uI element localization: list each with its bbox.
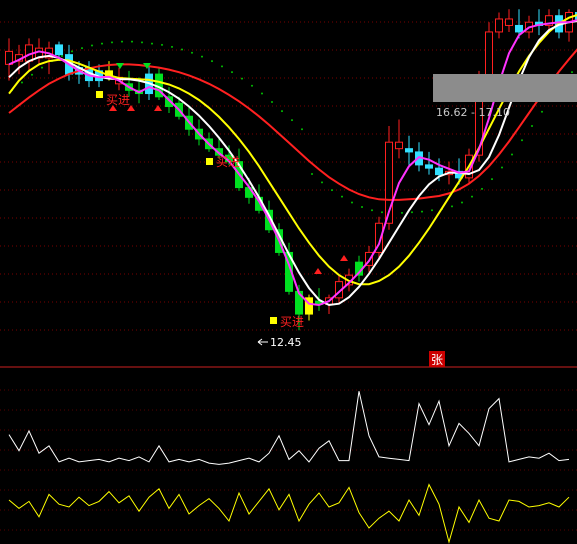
sar-dot [451, 205, 453, 208]
sar-dot [321, 181, 323, 184]
volume-line [8, 391, 570, 465]
price-range-label: 16.62 - 17.10 [436, 106, 510, 119]
sar-dot [111, 41, 113, 44]
sar-dot [471, 195, 473, 198]
sar-dot [521, 139, 523, 142]
candle-body [485, 31, 493, 82]
sar-dot [171, 45, 173, 48]
sar-dot [251, 84, 253, 87]
signal-triangle-6 [314, 268, 322, 274]
sar-dot [401, 211, 403, 214]
candle [505, 9, 513, 32]
candle [155, 67, 163, 101]
sar-dot [201, 55, 203, 58]
sar-dot [431, 209, 433, 212]
candle [305, 294, 313, 321]
stock-chart: 16.62 - 17.10 买进 买进 买进 12.45 张 [0, 9, 577, 544]
sar-dot [571, 71, 573, 74]
candle-body [515, 24, 523, 33]
sar-dot [261, 92, 263, 95]
sar-dot [21, 81, 23, 84]
candle [425, 151, 433, 175]
sar-dot [31, 73, 33, 76]
candle [365, 245, 373, 272]
sar-dot [71, 50, 73, 53]
sar-dot [511, 153, 513, 156]
sar-dot [211, 60, 213, 63]
sar-dot [461, 201, 463, 204]
candle [395, 119, 403, 159]
sar-dot [301, 128, 303, 131]
candle-body [505, 18, 513, 26]
candle [45, 41, 53, 75]
sar-dot [291, 119, 293, 122]
sar-dot [151, 42, 153, 45]
candle [535, 9, 543, 36]
buy-label-2-text: 买进 [216, 155, 240, 169]
sar-dot [361, 206, 363, 209]
sar-dot [221, 65, 223, 68]
sar-dot [381, 211, 383, 214]
sar-dot [141, 41, 143, 44]
sar-dot [541, 110, 543, 113]
oscillator-line [8, 483, 570, 544]
buy-label-3: 买进 [270, 315, 304, 329]
sar-dot [371, 209, 373, 212]
candle-body [495, 18, 503, 33]
sar-dot [41, 66, 43, 69]
sar-dot [411, 211, 413, 214]
candle-body [405, 148, 413, 153]
candle-body [425, 164, 433, 169]
sar-dot [231, 71, 233, 74]
sar-dot [101, 42, 103, 45]
sar-dot [531, 124, 533, 127]
sar-dot [81, 47, 83, 50]
zhang-label: 张 [431, 353, 443, 367]
sar-dot [281, 110, 283, 113]
sar-dot [501, 166, 503, 169]
signal-triangle-5 [340, 255, 348, 261]
sar-dot [341, 195, 343, 198]
sar-dot [131, 40, 133, 43]
candle [495, 12, 503, 39]
buy-label-2: 买进 [206, 155, 240, 169]
buy-label-1: 买进 [96, 91, 130, 107]
sar-dot [421, 210, 423, 213]
price-range-box [433, 74, 577, 102]
buy-label-3-text: 买进 [280, 315, 304, 329]
candle-body [55, 44, 63, 56]
buy-label-1-text: 买进 [106, 93, 130, 107]
sar-dot [271, 100, 273, 103]
sar-dot [191, 51, 193, 54]
sar-dot [241, 77, 243, 80]
sar-dot [91, 44, 93, 47]
candles [5, 9, 577, 331]
candle [405, 135, 413, 165]
sar-dot [351, 201, 353, 204]
sar-dot [121, 40, 123, 43]
candle-body [435, 167, 443, 176]
candle-body [395, 141, 403, 150]
low-price-label: 12.45 [270, 336, 302, 349]
sar-dot [481, 187, 483, 190]
signal-triangle-0 [116, 63, 124, 69]
sar-dot [331, 189, 333, 192]
sar-dot [491, 178, 493, 181]
sar-dot [61, 54, 63, 57]
candle [565, 9, 573, 42]
sar-dot [181, 48, 183, 51]
sar-dot [311, 172, 313, 175]
sar-dot [161, 43, 163, 46]
